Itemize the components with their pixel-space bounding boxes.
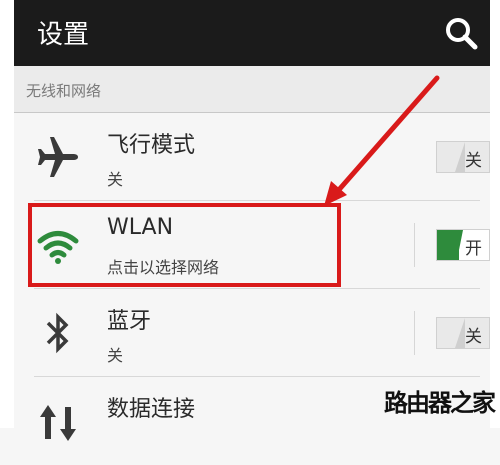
bluetooth-icon	[46, 312, 69, 354]
search-icon[interactable]	[444, 16, 478, 50]
row-subtitle: 关	[107, 346, 124, 365]
section-header: 无线和网络	[14, 66, 490, 113]
toggle-label: 开	[465, 239, 482, 259]
row-title: 蓝牙	[107, 309, 152, 334]
bluetooth-toggle[interactable]: 关	[436, 317, 490, 349]
section-label: 无线和网络	[26, 82, 102, 100]
airplane-icon	[38, 137, 78, 177]
row-title: 飞行模式	[107, 133, 196, 158]
airplane-mode-toggle[interactable]: 关	[436, 141, 490, 173]
highlight-box	[28, 203, 341, 287]
toggle-label: 关	[465, 151, 482, 171]
settings-row-airplane-mode[interactable]: 飞行模式 关 关	[14, 113, 490, 201]
row-subtitle: 关	[107, 170, 124, 189]
settings-row-bluetooth[interactable]: 蓝牙 关 关	[14, 289, 490, 377]
wlan-toggle[interactable]: 开	[436, 229, 490, 261]
watermark: 路由器之家	[384, 389, 496, 417]
toggle-edge	[455, 142, 465, 172]
toggle-edge	[453, 230, 463, 260]
row-title: 数据连接	[107, 397, 196, 422]
row-separator	[414, 311, 415, 355]
row-separator	[414, 223, 415, 267]
left-margin	[0, 0, 14, 428]
data-transfer-icon	[40, 405, 76, 441]
toggle-edge	[455, 318, 465, 348]
page-title: 设置	[37, 20, 90, 50]
right-margin	[490, 0, 500, 428]
toggle-label: 关	[465, 327, 482, 347]
action-bar: 设置	[14, 0, 490, 66]
